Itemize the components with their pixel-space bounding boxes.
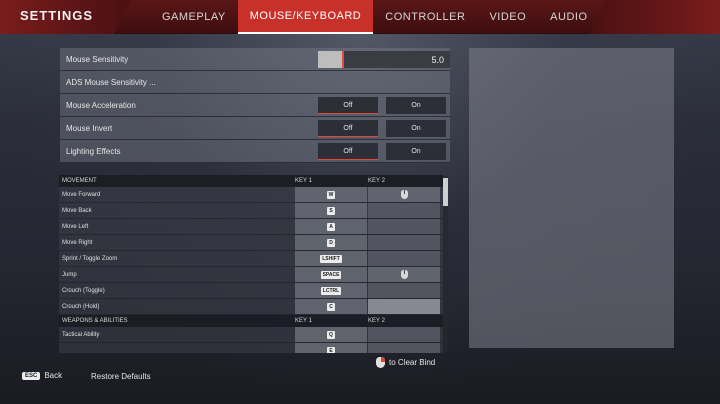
key2-slot[interactable] bbox=[368, 299, 440, 314]
keybind-name: Move Right bbox=[62, 239, 93, 246]
key2-slot[interactable] bbox=[368, 203, 440, 218]
key2-slot[interactable] bbox=[368, 343, 440, 353]
keybind-row-jump: Jump SPACE bbox=[59, 267, 443, 283]
key1-slot[interactable]: LSHIFT bbox=[295, 251, 367, 266]
key1-slot[interactable]: C bbox=[295, 299, 367, 314]
ads-sensitivity-label: ADS Mouse Sensitivity ... bbox=[66, 77, 156, 87]
clear-bind-label: to Clear Bind bbox=[389, 358, 436, 367]
keycap: Q bbox=[327, 330, 335, 339]
key1-slot[interactable]: Q bbox=[295, 327, 367, 342]
keybind-row-move-left: Move Left A bbox=[59, 219, 443, 235]
back-button[interactable]: ESC Back bbox=[22, 371, 62, 380]
scrollbar-thumb[interactable] bbox=[443, 178, 448, 206]
keybind-name: Jump bbox=[62, 271, 77, 278]
mouse-sensitivity-row: Mouse Sensitivity 5.0 bbox=[60, 48, 450, 71]
keybind-name: Sprint / Toggle Zoom bbox=[62, 255, 118, 262]
keybind-row-tactical: Tactical Ability Q bbox=[59, 327, 443, 343]
mouse-invert-off-button[interactable]: Off bbox=[318, 120, 378, 137]
esc-key-icon: ESC bbox=[22, 371, 41, 380]
mouse-acceleration-on-button[interactable]: On bbox=[386, 97, 446, 114]
keybind-name: Move Back bbox=[62, 207, 92, 214]
key2-slot[interactable] bbox=[368, 219, 440, 234]
key1-slot[interactable]: D bbox=[295, 235, 367, 250]
keybind-row-move-forward: Move Forward W bbox=[59, 187, 443, 203]
description-panel bbox=[469, 48, 674, 348]
key1-slot[interactable]: W bbox=[295, 187, 367, 202]
right-mouse-icon bbox=[376, 357, 385, 368]
keybind-name: Tactical Ability bbox=[62, 331, 100, 338]
page-title: SETTINGS bbox=[20, 8, 94, 23]
back-label: Back bbox=[44, 371, 63, 380]
keybind-row-sprint: Sprint / Toggle Zoom LSHIFT bbox=[59, 251, 443, 267]
tab-bar: GAMEPLAY MOUSE/KEYBOARD CONTROLLER VIDEO… bbox=[150, 0, 600, 34]
ads-sensitivity-row[interactable]: ADS Mouse Sensitivity ... bbox=[60, 71, 450, 94]
mouse-invert-row: Mouse Invert Off On bbox=[60, 117, 450, 140]
keybind-scrollbar[interactable] bbox=[443, 176, 448, 352]
keycap: W bbox=[326, 190, 336, 199]
keycap: LSHIFT bbox=[320, 254, 342, 263]
mouse-acceleration-row: Mouse Acceleration Off On bbox=[60, 94, 450, 117]
keybind-row-crouch-hold: Crouch (Hold) C bbox=[59, 299, 443, 315]
key1-slot[interactable]: SPACE bbox=[295, 267, 367, 282]
tab-video[interactable]: VIDEO bbox=[477, 0, 538, 34]
key2-slot[interactable] bbox=[368, 187, 440, 202]
keycap: C bbox=[327, 302, 335, 311]
restore-defaults-button[interactable]: Restore Defaults bbox=[91, 372, 151, 381]
keycap: E bbox=[327, 346, 335, 353]
mouse-icon bbox=[400, 270, 408, 279]
keybind-name: Crouch (Hold) bbox=[62, 303, 100, 310]
mouse-icon bbox=[400, 190, 408, 199]
movement-key2-header: KEY 2 bbox=[368, 178, 385, 184]
lighting-effects-off-button[interactable]: Off bbox=[318, 143, 378, 160]
keycap: LCTRL bbox=[320, 286, 342, 295]
keybind-name: Move Left bbox=[62, 223, 89, 230]
keybind-row-partial: E bbox=[59, 343, 443, 353]
key1-slot[interactable]: A bbox=[295, 219, 367, 234]
key2-slot[interactable] bbox=[368, 327, 440, 342]
key2-slot[interactable] bbox=[368, 267, 440, 282]
key1-slot[interactable]: E bbox=[295, 343, 367, 353]
movement-header: MOVEMENT KEY 1 KEY 2 bbox=[59, 175, 443, 187]
weapons-header-label: WEAPONS & ABILITIES bbox=[62, 318, 128, 324]
keybind-row-crouch-toggle: Crouch (Toggle) LCTRL bbox=[59, 283, 443, 299]
tab-mouse-keyboard[interactable]: MOUSE/KEYBOARD bbox=[237, 0, 374, 34]
keybind-row-move-right: Move Right D bbox=[59, 235, 443, 251]
mouse-acceleration-off-button[interactable]: Off bbox=[318, 97, 378, 114]
keycap: D bbox=[327, 238, 335, 247]
clear-bind-hint: to Clear Bind bbox=[376, 357, 435, 368]
keybind-row-move-back: Move Back S bbox=[59, 203, 443, 219]
tab-audio[interactable]: AUDIO bbox=[538, 0, 599, 34]
weapons-key2-header: KEY 2 bbox=[368, 318, 385, 324]
slider-thumb[interactable] bbox=[342, 51, 344, 68]
lighting-effects-row: Lighting Effects Off On bbox=[60, 140, 450, 163]
mouse-sensitivity-slider[interactable]: 5.0 bbox=[318, 51, 450, 68]
top-bar-accent-right bbox=[590, 0, 720, 34]
key2-slot[interactable] bbox=[368, 283, 440, 298]
lighting-effects-on-button[interactable]: On bbox=[386, 143, 446, 160]
slider-fill bbox=[318, 51, 342, 68]
weapons-header: WEAPONS & ABILITIES KEY 1 KEY 2 bbox=[59, 315, 443, 327]
key1-slot[interactable]: S bbox=[295, 203, 367, 218]
tab-gameplay[interactable]: GAMEPLAY bbox=[150, 0, 238, 34]
mouse-sensitivity-value: 5.0 bbox=[431, 55, 444, 65]
key1-slot[interactable]: LCTRL bbox=[295, 283, 367, 298]
keycap: A bbox=[327, 222, 335, 231]
keybind-name: Move Forward bbox=[62, 191, 101, 198]
settings-list: Mouse Sensitivity 5.0 ADS Mouse Sensitiv… bbox=[60, 48, 450, 163]
keycap: SPACE bbox=[320, 270, 342, 279]
tab-controller[interactable]: CONTROLLER bbox=[373, 0, 477, 34]
weapons-key1-header: KEY 1 bbox=[295, 318, 312, 324]
movement-key1-header: KEY 1 bbox=[295, 178, 312, 184]
top-bar: SETTINGS GAMEPLAY MOUSE/KEYBOARD CONTROL… bbox=[0, 0, 720, 34]
key2-slot[interactable] bbox=[368, 235, 440, 250]
key2-slot[interactable] bbox=[368, 251, 440, 266]
mouse-invert-on-button[interactable]: On bbox=[386, 120, 446, 137]
keybind-table: MOVEMENT KEY 1 KEY 2 Move Forward W Move… bbox=[59, 175, 443, 353]
keycap: S bbox=[327, 206, 335, 215]
keybind-name: Crouch (Toggle) bbox=[62, 287, 105, 294]
movement-header-label: MOVEMENT bbox=[62, 178, 97, 184]
